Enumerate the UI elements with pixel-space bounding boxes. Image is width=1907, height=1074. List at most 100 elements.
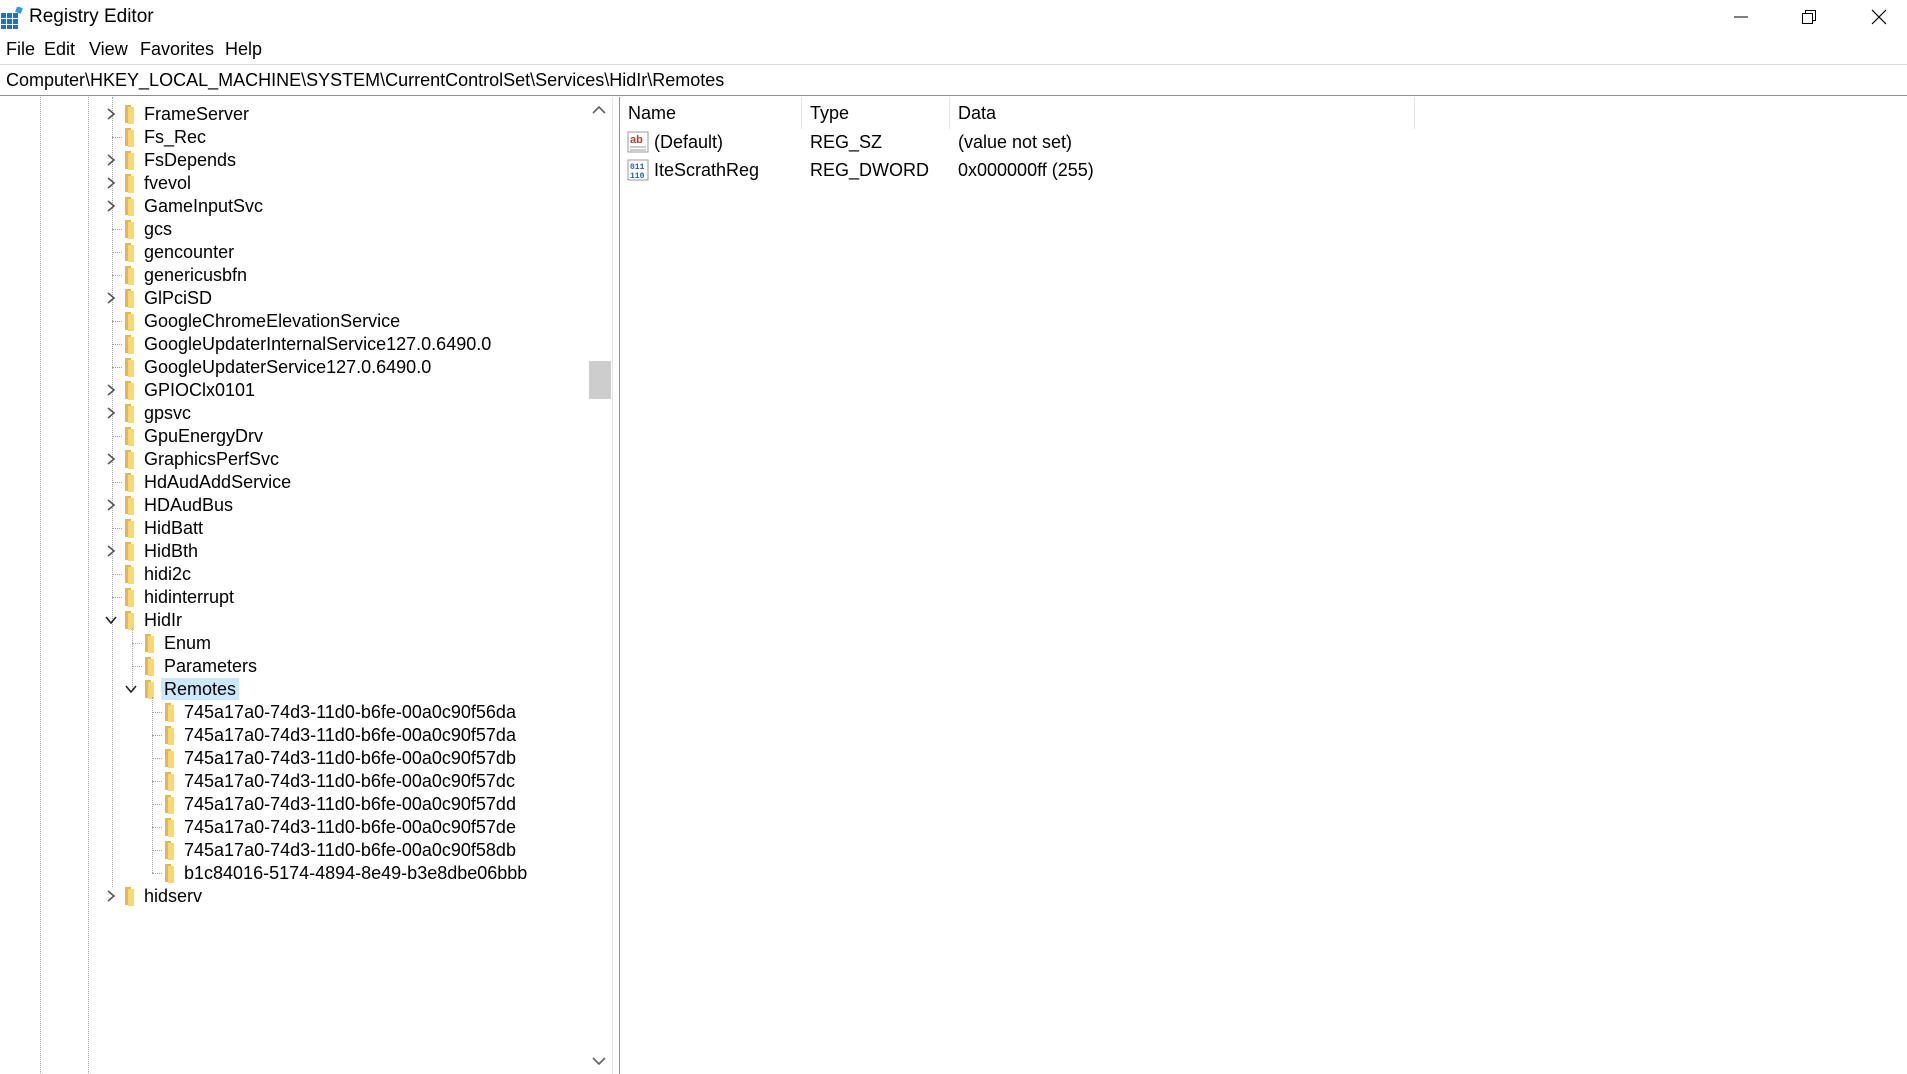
- value-type: REG_SZ: [810, 132, 883, 152]
- folder-icon: [165, 726, 174, 745]
- address-path[interactable]: Computer\HKEY_LOCAL_MACHINE\SYSTEM\Curre…: [6, 70, 724, 91]
- svg-text:110: 110: [630, 172, 645, 181]
- tree-connector: [152, 804, 162, 805]
- chevron-down-icon[interactable]: [124, 682, 138, 696]
- tree-node-label: b1c84016-5174-4894-8e49-b3e8dbe06bbb: [184, 863, 528, 883]
- tree-node-label: GoogleUpdaterInternalService127.0.6490.0: [144, 334, 492, 354]
- chevron-right-icon[interactable]: [104, 291, 118, 305]
- chevron-right-icon[interactable]: [104, 383, 118, 397]
- tree-node-label: HDAudBus: [144, 495, 234, 515]
- chevron-right-icon[interactable]: [104, 452, 118, 466]
- folder-icon: [125, 427, 134, 446]
- minimize-button[interactable]: [1707, 0, 1775, 34]
- tree-node-label: Fs_Rec: [144, 127, 207, 147]
- title-bar: Registry Editor: [0, 0, 1907, 34]
- tree-node-label: hidserv: [144, 886, 203, 906]
- chevron-right-icon[interactable]: [104, 176, 118, 190]
- tree-node-label: 745a17a0-74d3-11d0-b6fe-00a0c90f56da: [184, 702, 516, 722]
- tree-connector: [152, 873, 162, 874]
- chevron-up-icon: [592, 105, 606, 114]
- tree-connector: [152, 827, 162, 828]
- folder-icon: [165, 703, 174, 722]
- string-value-icon: ab: [627, 131, 649, 153]
- restore-button[interactable]: [1775, 0, 1843, 34]
- value-row[interactable]: 011 110 IteScrathReg REG_DWORD 0x000000f…: [620, 157, 1907, 185]
- tree-node-label: GPIOClx0101: [144, 380, 256, 400]
- value-data: 0x000000ff (255): [958, 160, 1094, 180]
- tree-connector: [112, 321, 122, 322]
- scroll-up-button[interactable]: [586, 97, 612, 123]
- menu-file[interactable]: File: [6, 39, 35, 60]
- folder-icon: [125, 243, 134, 262]
- chevron-right-icon[interactable]: [104, 153, 118, 167]
- chevron-right-icon[interactable]: [104, 889, 118, 903]
- tree-node-label: Enum: [164, 633, 212, 653]
- folder-icon: [125, 358, 134, 377]
- folder-icon: [125, 588, 134, 607]
- scroll-down-button[interactable]: [586, 1048, 612, 1074]
- tree-connector: [112, 574, 122, 575]
- tree-connector: [112, 344, 122, 345]
- menu-view[interactable]: View: [89, 39, 128, 60]
- value-row[interactable]: ab (Default) REG_SZ (value not set): [620, 129, 1907, 157]
- tree-node-label: 745a17a0-74d3-11d0-b6fe-00a0c90f57dc: [184, 771, 515, 791]
- folder-icon: [125, 197, 134, 216]
- folder-icon: [125, 542, 134, 561]
- tree-connector: [112, 436, 122, 437]
- binary-value-icon: 011 110: [627, 159, 649, 181]
- tree-node-label: FsDepends: [144, 150, 237, 170]
- tree-node-label: 745a17a0-74d3-11d0-b6fe-00a0c90f57dd: [184, 794, 516, 814]
- column-header-data[interactable]: Data: [950, 97, 1415, 129]
- tree-node-label: 745a17a0-74d3-11d0-b6fe-00a0c90f57da: [184, 725, 516, 745]
- tree-guide-line: [152, 697, 153, 873]
- svg-text:ab: ab: [630, 134, 643, 146]
- chevron-right-icon[interactable]: [104, 199, 118, 213]
- chevron-right-icon[interactable]: [104, 107, 118, 121]
- folder-icon: [165, 864, 174, 883]
- chevron-right-icon[interactable]: [104, 498, 118, 512]
- folder-icon: [165, 818, 174, 837]
- value-name: IteScrathReg: [654, 160, 760, 180]
- tree-node-label: hidi2c: [144, 564, 192, 584]
- pane-splitter[interactable]: [612, 97, 620, 1074]
- menu-bar: File Edit View Favorites Help: [0, 36, 1907, 64]
- tree-connector: [112, 528, 122, 529]
- folder-icon: [165, 749, 174, 768]
- tree-connector: [152, 735, 162, 736]
- value-type: REG_DWORD: [810, 160, 930, 180]
- tree-scrollbar[interactable]: [586, 97, 612, 1074]
- tree-node-label-selected: Remotes: [161, 678, 240, 700]
- chevron-right-icon[interactable]: [104, 406, 118, 420]
- close-icon: [1871, 9, 1887, 25]
- tree-connector: [152, 781, 162, 782]
- folder-icon: [125, 450, 134, 469]
- tree-node-label: GoogleUpdaterService127.0.6490.0: [144, 357, 432, 377]
- close-button[interactable]: [1845, 0, 1907, 34]
- folder-icon: [145, 634, 154, 653]
- chevron-right-icon[interactable]: [104, 544, 118, 558]
- tree-connector: [152, 758, 162, 759]
- tree-node-label: HdAudAddService: [144, 472, 292, 492]
- folder-icon: [125, 565, 134, 584]
- menu-edit[interactable]: Edit: [44, 39, 75, 60]
- column-header-type[interactable]: Type: [802, 97, 950, 129]
- folder-icon: [125, 220, 134, 239]
- address-bar[interactable]: Computer\HKEY_LOCAL_MACHINE\SYSTEM\Curre…: [0, 64, 1907, 96]
- menu-favorites[interactable]: Favorites: [140, 39, 214, 60]
- tree-connector: [112, 275, 122, 276]
- folder-icon: [125, 381, 134, 400]
- tree-node-label: HidIr: [144, 610, 183, 630]
- registry-editor-app-icon: [1, 7, 23, 29]
- tree-node[interactable]: hidserv: [0, 882, 586, 910]
- column-header-name[interactable]: Name: [620, 97, 802, 129]
- menu-help[interactable]: Help: [225, 39, 262, 60]
- minimize-icon: [1734, 16, 1748, 18]
- restore-icon: [1802, 10, 1816, 24]
- tree-node-label: 745a17a0-74d3-11d0-b6fe-00a0c90f57de: [184, 817, 516, 837]
- tree-guide-line: [132, 628, 133, 689]
- chevron-down-icon[interactable]: [104, 613, 118, 627]
- tree-connector: [132, 666, 142, 667]
- tree-node-label: GpuEnergyDrv: [144, 426, 264, 446]
- scroll-thumb[interactable]: [589, 361, 611, 399]
- tree-connector: [112, 252, 122, 253]
